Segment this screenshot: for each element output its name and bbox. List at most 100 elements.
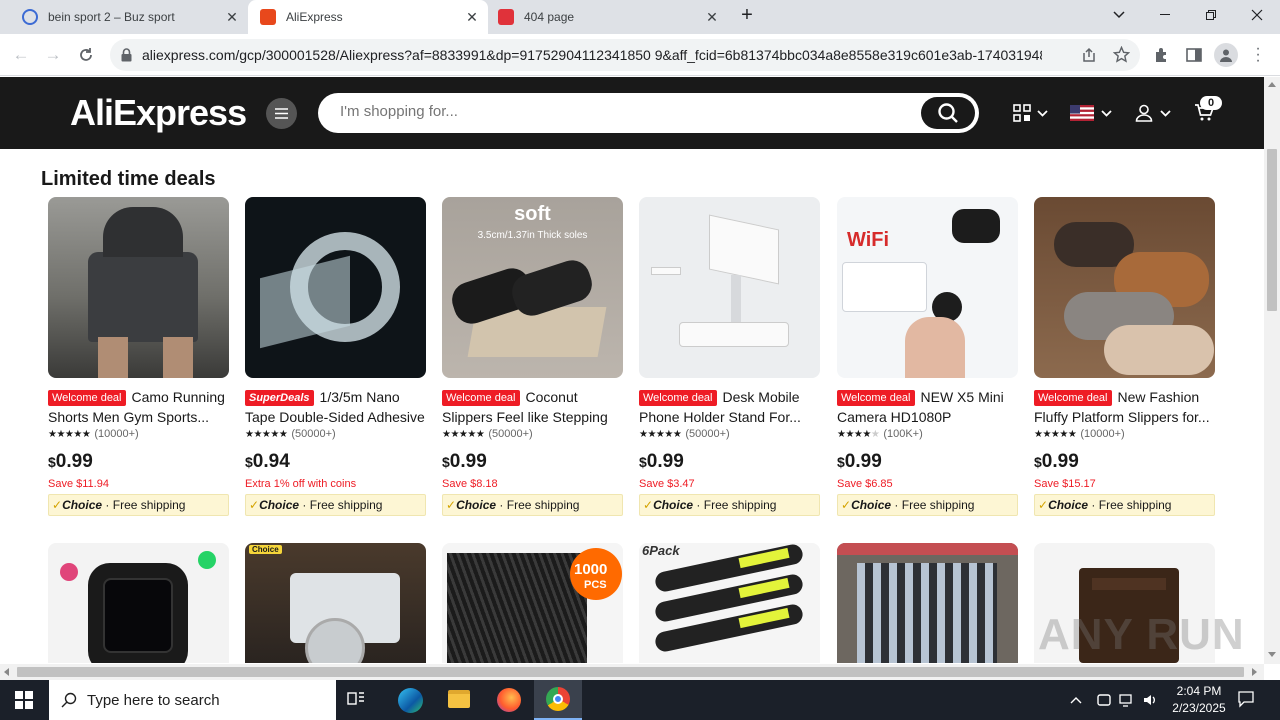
close-window-button[interactable] [1234, 0, 1280, 30]
region-selector[interactable] [1070, 101, 1112, 125]
deal-badge: Welcome deal [837, 390, 915, 406]
start-button[interactable] [0, 680, 48, 720]
show-hidden-icons-button[interactable] [1070, 691, 1084, 707]
image-caption: WiFi [847, 229, 890, 251]
task-view-button[interactable] [346, 688, 372, 712]
check-icon: ✓ [249, 498, 260, 512]
product-title[interactable]: Welcome deal Camo Running Shorts Men Gym … [48, 387, 230, 427]
taskbar-search[interactable]: Type here to search [49, 680, 336, 720]
scroll-up-icon[interactable] [1268, 82, 1276, 87]
product-card[interactable]: Welcome deal New Fashion Fluffy Platform … [1034, 197, 1216, 516]
tab-title: bein sport 2 – Buz sport [48, 10, 175, 24]
share-icon[interactable] [1081, 47, 1097, 63]
product-image[interactable] [639, 197, 820, 378]
scroll-down-icon[interactable] [1268, 652, 1276, 657]
scrollbar-thumb[interactable] [17, 667, 1244, 677]
product-price: $0.99 [442, 451, 487, 472]
globe-icon [22, 9, 38, 25]
taskbar-search-placeholder: Type here to search [87, 691, 220, 709]
product-card[interactable]: SuperDeals 1/3/5m Nano Tape Double-Sided … [245, 197, 427, 516]
product-card[interactable]: WiFi Welcome deal NEW X5 Mini Camera HD10… [837, 197, 1019, 516]
product-savings: Save $11.94 [48, 478, 109, 490]
scroll-left-icon[interactable] [4, 668, 9, 676]
reload-button[interactable] [72, 41, 100, 69]
product-image[interactable]: 6Pack [639, 543, 820, 663]
scrollbar-thumb[interactable] [1267, 149, 1277, 311]
deal-badge: SuperDeals [245, 390, 314, 406]
image-caption: 1000 [574, 561, 608, 578]
minimize-button[interactable] [1142, 0, 1188, 30]
product-image[interactable]: WiFi [837, 197, 1018, 378]
product-title[interactable]: SuperDeals 1/3/5m Nano Tape Double-Sided … [245, 387, 427, 427]
new-tab-button[interactable]: + [725, 0, 769, 30]
product-card[interactable]: Welcome deal Camo Running Shorts Men Gym … [48, 197, 230, 516]
search-button[interactable] [921, 97, 975, 129]
product-card[interactable]: Welcome deal Desk Mobile Phone Holder Sta… [639, 197, 821, 516]
scroll-right-icon[interactable] [1252, 668, 1257, 676]
product-image[interactable]: 1000 PCS [442, 543, 623, 663]
tab-title: AliExpress [286, 10, 343, 24]
edge-taskbar-icon[interactable] [398, 688, 423, 713]
chevron-down-icon [1037, 109, 1048, 117]
app-qr-button[interactable] [1013, 101, 1048, 125]
bookmark-star-icon[interactable] [1113, 46, 1130, 63]
product-image[interactable] [48, 543, 229, 663]
clock-time[interactable]: 2:04 PM [1166, 684, 1232, 698]
tab-404-page[interactable]: 404 page ✕ [488, 0, 728, 34]
check-icon: ✓ [52, 498, 63, 512]
check-icon: ✓ [1038, 498, 1049, 512]
side-panel-icon[interactable] [1186, 47, 1202, 63]
close-icon[interactable]: ✕ [704, 9, 720, 25]
account-button[interactable] [1135, 101, 1171, 125]
tab-search-button[interactable] [1096, 0, 1142, 30]
chevron-down-icon [1113, 11, 1125, 19]
tab-aliexpress[interactable]: AliExpress ✕ [248, 0, 488, 34]
vertical-scrollbar[interactable] [1264, 77, 1280, 664]
chrome-taskbar-icon[interactable] [534, 680, 582, 720]
product-image[interactable]: Choice [245, 543, 426, 663]
product-title[interactable]: Welcome deal Desk Mobile Phone Holder Sta… [639, 387, 821, 427]
horizontal-scrollbar[interactable] [0, 664, 1264, 680]
aliexpress-icon [260, 9, 276, 25]
firefox-taskbar-icon[interactable] [497, 688, 521, 712]
search-input[interactable] [340, 103, 900, 120]
clock-date[interactable]: 2/23/2025 [1166, 701, 1232, 715]
close-icon[interactable]: ✕ [464, 9, 480, 25]
forward-button[interactable]: → [39, 41, 67, 69]
product-image[interactable] [48, 197, 229, 378]
product-rating: ★★★★★ (10000+) [48, 428, 139, 440]
meet-now-icon[interactable] [1096, 692, 1112, 708]
profile-avatar[interactable] [1214, 43, 1238, 67]
aliexpress-logo[interactable]: AliExpress [70, 92, 247, 134]
product-price: $0.94 [245, 451, 290, 472]
product-rating: ★★★★★ (50000+) [442, 428, 533, 440]
search-icon [61, 692, 77, 708]
product-price: $0.99 [1034, 451, 1079, 472]
back-button[interactable]: ← [7, 41, 35, 69]
address-bar[interactable]: aliexpress.com/gcp/300001528/Aliexpress?… [110, 39, 1140, 71]
tab-title: 404 page [524, 10, 575, 24]
product-image[interactable] [245, 197, 426, 378]
product-image[interactable]: soft 3.5cm/1.37in Thick soles [442, 197, 623, 378]
product-image[interactable] [837, 543, 1018, 663]
choice-shipping-badge: ✓Choice · Free shipping [837, 494, 1018, 516]
tab-bein-sport[interactable]: bein sport 2 – Buz sport ✕ [8, 0, 248, 34]
extensions-icon[interactable] [1154, 47, 1170, 63]
chrome-icon [546, 687, 570, 711]
product-title[interactable]: Welcome deal Coconut Slippers Feel like S… [442, 387, 624, 427]
restore-button[interactable] [1188, 0, 1234, 30]
browser-menu-button[interactable]: · · · [1252, 41, 1264, 69]
choice-shipping-badge: ✓Choice · Free shipping [245, 494, 426, 516]
chevron-down-icon [1101, 109, 1112, 117]
close-icon[interactable]: ✕ [224, 9, 240, 25]
volume-icon[interactable] [1142, 692, 1158, 708]
product-title[interactable]: Welcome deal New Fashion Fluffy Platform … [1034, 387, 1216, 427]
file-explorer-taskbar-icon[interactable] [448, 690, 470, 708]
product-image[interactable] [1034, 197, 1215, 378]
notifications-button[interactable] [1237, 690, 1257, 710]
product-title[interactable]: Welcome dealNEW X5 Mini Camera HD1080P C… [837, 387, 1019, 427]
network-icon[interactable] [1119, 692, 1135, 708]
deal-badge: Welcome deal [639, 390, 717, 406]
categories-menu-button[interactable] [266, 98, 297, 129]
product-card[interactable]: soft 3.5cm/1.37in Thick soles Welcome de… [442, 197, 624, 516]
